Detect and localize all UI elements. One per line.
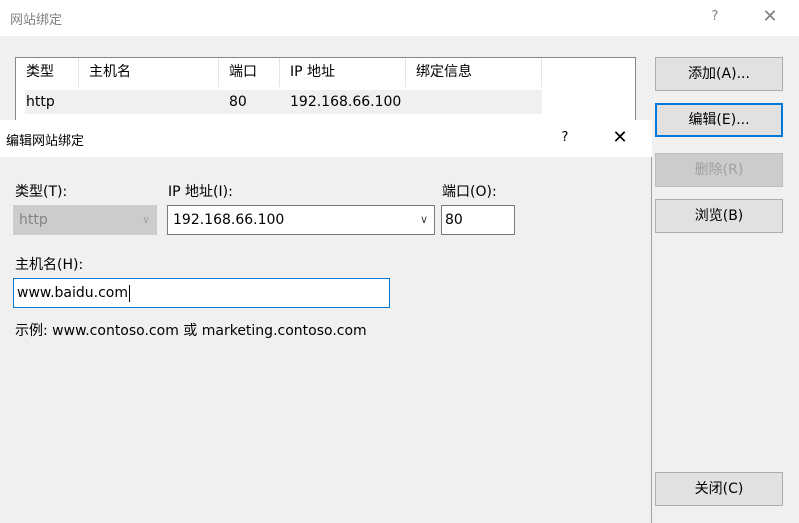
edit-binding-title: 编辑网站绑定 — [6, 134, 85, 149]
column-header-ip[interactable]: IP 地址 — [280, 58, 406, 87]
add-button[interactable]: 添加(A)... — [655, 57, 783, 91]
cell-type: http — [26, 94, 55, 110]
type-select: http ∨ — [13, 205, 157, 235]
help-icon[interactable]: ? — [556, 127, 574, 149]
close-button[interactable]: 关闭(C) — [655, 472, 783, 506]
edit-binding-titlebar: 编辑网站绑定 ? ✕ — [0, 120, 652, 157]
close-icon[interactable]: ✕ — [608, 127, 632, 149]
example-hint: 示例: www.contoso.com 或 marketing.contoso.… — [15, 323, 367, 339]
port-input[interactable]: 80 — [441, 205, 515, 235]
host-name-input-value: www.baidu.com — [17, 285, 128, 301]
type-label: 类型(T): — [15, 184, 68, 200]
site-bindings-titlebar: 网站绑定 ? ✕ — [0, 0, 799, 36]
column-header-port[interactable]: 端口 — [219, 58, 280, 87]
type-select-value: http — [19, 212, 48, 228]
help-icon[interactable]: ? — [706, 6, 724, 28]
close-icon[interactable]: ✕ — [758, 6, 782, 28]
chevron-down-icon[interactable]: ∨ — [420, 206, 428, 234]
host-name-label: 主机名(H): — [15, 257, 84, 273]
cell-host — [79, 90, 89, 114]
cell-ip: 192.168.66.100 — [290, 94, 402, 110]
cell-binding-info — [406, 90, 416, 114]
ip-address-value: 192.168.66.100 — [173, 212, 285, 228]
ip-address-label: IP 地址(I): — [168, 184, 233, 200]
column-header-type[interactable]: 类型 — [16, 58, 79, 87]
text-caret — [128, 284, 130, 302]
column-header-binding-info[interactable]: 绑定信息 — [406, 58, 542, 87]
cell-port: 80 — [229, 94, 247, 110]
edit-button[interactable]: 编辑(E)... — [655, 103, 783, 137]
port-label: 端口(O): — [442, 184, 497, 200]
host-name-input[interactable]: www.baidu.com — [13, 278, 390, 308]
port-input-value: 80 — [445, 212, 463, 228]
browse-button[interactable]: 浏览(B) — [655, 199, 783, 233]
column-header-host[interactable]: 主机名 — [79, 58, 219, 87]
remove-button: 删除(R) — [655, 153, 783, 187]
chevron-down-icon: ∨ — [141, 213, 150, 226]
ip-address-select[interactable]: 192.168.66.100 ∨ — [167, 205, 435, 235]
edit-binding-dialog: 编辑网站绑定 ? ✕ 类型(T): http ∨ IP 地址(I): 192.1… — [0, 120, 652, 523]
site-bindings-title: 网站绑定 — [10, 13, 63, 28]
